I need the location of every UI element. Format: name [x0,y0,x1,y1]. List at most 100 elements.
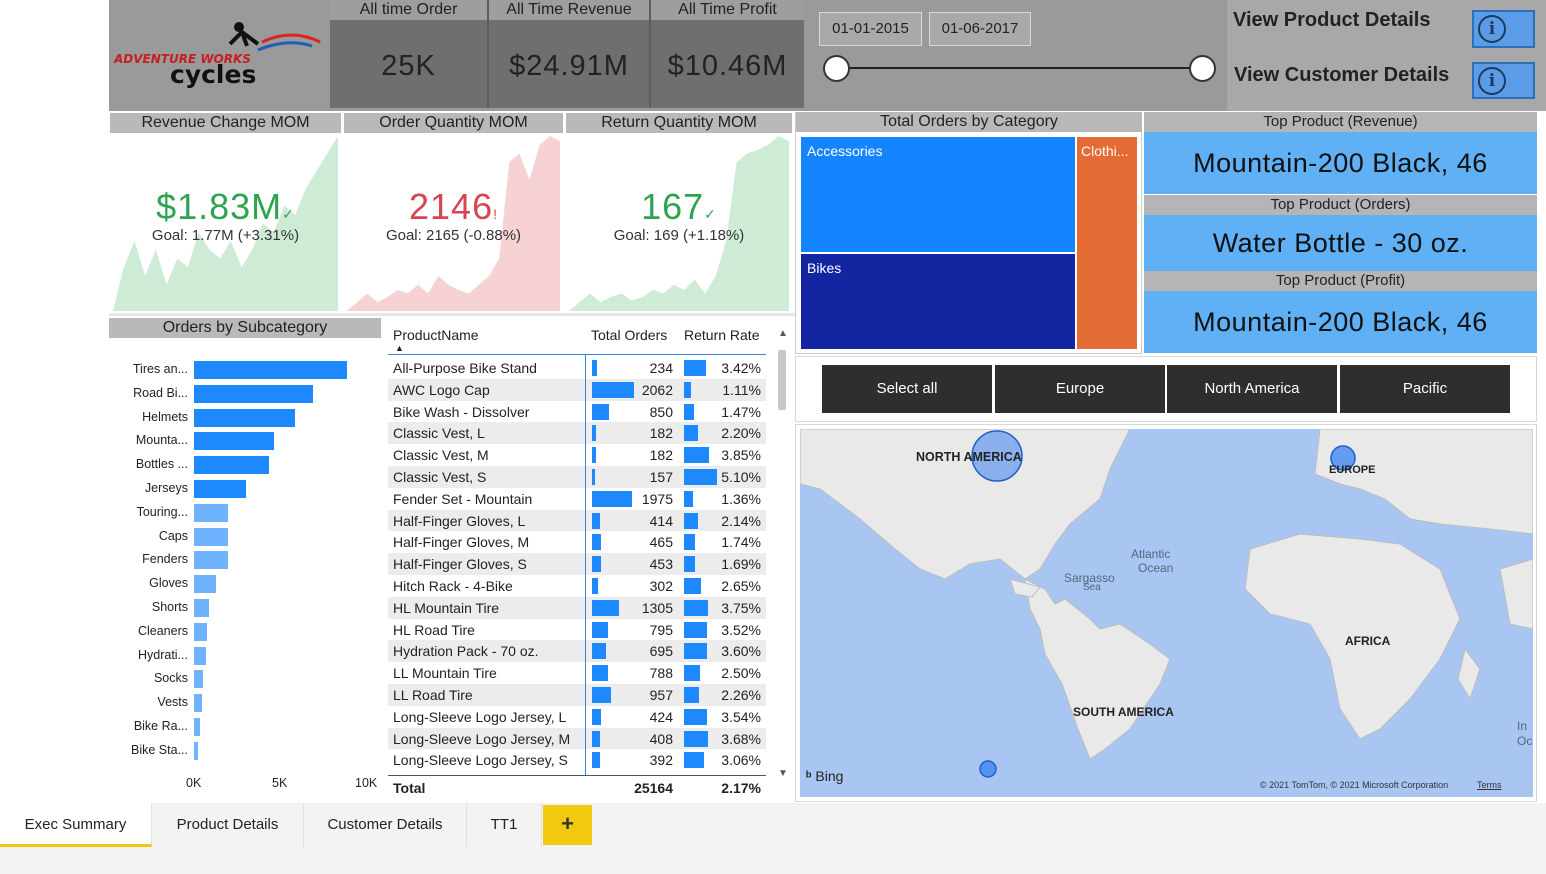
subcategory-bar[interactable] [194,575,217,594]
subcategory-bar[interactable] [194,694,203,713]
mom-value-text: 167 [641,186,705,227]
table-row[interactable]: Classic Vest, L 182 2.20% [388,422,766,445]
info-icon: i [1478,15,1506,43]
return-rate: 3.54% [721,708,761,725]
subcategory-bar[interactable] [194,670,204,689]
subcategory-bar[interactable] [194,741,198,760]
tab-product-details[interactable]: Product Details [152,803,304,847]
subcategory-bar[interactable] [194,384,313,403]
date-slider-start-handle[interactable] [823,55,850,82]
subcategory-bar[interactable] [194,646,206,665]
table-row[interactable]: Classic Vest, S 157 5.10% [388,466,766,488]
return-rate: 3.52% [721,621,761,638]
subcategory-bar[interactable] [194,503,229,522]
subcategory-bar[interactable] [194,361,348,379]
product-name: All-Purpose Bike Stand [393,360,537,376]
scroll-down-icon[interactable]: ▼ [778,768,788,779]
tab-customer-details[interactable]: Customer Details [304,803,467,847]
subcategory-bar[interactable] [194,527,229,546]
table-row[interactable]: Half-Finger Gloves, L 414 2.14% [388,509,766,532]
table-row[interactable]: Classic Vest, M 182 3.85% [388,444,766,467]
region-europe-button[interactable]: Europe [995,365,1165,413]
subcategory-label: Jerseys [144,481,188,495]
total-row: Total 25164 2.17% [388,775,766,803]
mom-value-text: 2146 [409,186,494,227]
subcategory-bar[interactable] [194,551,228,570]
table-row[interactable]: Long-Sleeve Logo Jersey, L 424 3.54% [388,705,766,728]
table-row[interactable]: LL Road Tire 957 2.26% [388,684,766,706]
table-row[interactable]: Hitch Rack - 4-Bike 302 2.65% [388,575,766,597]
tab-tt1[interactable]: TT1 [467,803,542,847]
column-header-return-rate[interactable]: Return Rate [684,327,759,343]
treemap-label: Accessories [807,143,883,159]
treemap-cell-accessories[interactable]: Accessories [801,137,1075,252]
total-orders: 453 [649,556,673,573]
mom-goal: Goal: 1.77M (+3.31%) [151,227,300,244]
table-row[interactable]: Long-Sleeve Logo Jersey, S 392 3.06% [388,749,766,772]
table-row[interactable]: Half-Finger Gloves, M 465 1.74% [388,531,766,554]
table-row[interactable]: LL Mountain Tire 788 2.50% [388,662,766,685]
return-rate-databar [684,425,699,442]
table-row[interactable]: HL Mountain Tire 1305 3.75% [388,596,766,619]
scroll-thumb[interactable] [778,350,786,410]
axis-tick: 5K [272,776,288,790]
product-name: HL Road Tire [393,621,475,638]
kpi-label-orders: All time Order [359,1,458,18]
view-customer-details-label[interactable]: View Customer Details [1234,64,1449,87]
view-customer-details-button[interactable]: i [1472,62,1535,99]
date-slider-end-handle[interactable] [1189,55,1216,82]
date-slider-track [836,67,1203,69]
treemap-cell-clothing[interactable]: Clothi... [1077,137,1137,349]
table-row[interactable]: Long-Sleeve Logo Jersey, M 408 3.68% [388,727,766,750]
total-orders: 1975 [641,490,673,507]
bing-icon: ᵇ [806,768,812,784]
treemap-cell-bikes[interactable]: Bikes [801,254,1075,349]
table-row[interactable]: Bike Wash - Dissolver 850 1.47% [388,400,766,423]
table-row[interactable]: All-Purpose Bike Stand 234 3.42% [388,357,766,379]
mom-card-title: Return Quantity MOM [566,113,792,133]
view-product-details-label[interactable]: View Product Details [1233,9,1430,32]
subcategory-bar[interactable] [194,408,296,427]
region-select-all-button[interactable]: Select all [822,365,992,413]
subcategory-bar[interactable] [194,432,274,451]
orders-databar [592,403,610,420]
product-name: Classic Vest, M [393,447,489,464]
return-rate: 3.68% [721,730,761,747]
table-row[interactable]: Hydration Pack - 70 oz. 695 3.60% [388,640,766,663]
subcategory-bar[interactable] [194,622,208,641]
product-name: Half-Finger Gloves, M [393,534,530,551]
orders-databar [592,381,634,398]
table-row[interactable]: Half-Finger Gloves, S 453 1.69% [388,553,766,576]
mom-card-title: Revenue Change MOM [110,113,341,133]
region-north-america-button[interactable]: North America [1167,365,1337,413]
orders-databar [592,730,601,747]
total-orders: 957 [649,687,673,703]
subcategory-bar[interactable] [194,480,246,498]
map-terms-link[interactable]: Terms [1477,780,1502,790]
add-page-button[interactable]: + [543,805,592,845]
mom-value: 167✓ [566,186,792,228]
subcategory-label: Hydrati... [137,647,188,662]
total-orders: 695 [649,643,673,660]
return-rate: 1.36% [721,490,761,507]
view-product-details-button[interactable]: i [1472,10,1535,48]
subcategory-bar[interactable] [194,718,200,736]
scroll-up-icon[interactable]: ▲ [778,328,788,339]
column-header-orders[interactable]: Total Orders [591,327,667,343]
return-rate-databar [684,643,708,660]
column-header-product[interactable]: ProductName [393,327,479,343]
subcategory-label: Shorts [151,600,188,614]
total-orders: 2062 [641,381,673,398]
subcategory-bar[interactable] [194,456,270,475]
tab-exec-summary[interactable]: Exec Summary [0,803,152,847]
map-label: Sea [1083,582,1101,593]
region-pacific-button[interactable]: Pacific [1340,365,1510,413]
table-row[interactable]: AWC Logo Cap 2062 1.11% [388,378,766,401]
date-end-input[interactable]: 01-06-2017 [929,12,1031,46]
table-row[interactable]: Fender Set - Mountain 1975 1.36% [388,487,766,510]
table-row[interactable]: HL Road Tire 795 3.52% [388,618,766,641]
table-scrollbar[interactable]: ▲ ▼ [776,328,790,786]
subcategory-bar[interactable] [194,599,210,617]
world-map[interactable]: NORTH AMERICA EUROPE Atlantic Ocean Sarg… [800,429,1533,797]
date-start-input[interactable]: 01-01-2015 [819,12,922,46]
